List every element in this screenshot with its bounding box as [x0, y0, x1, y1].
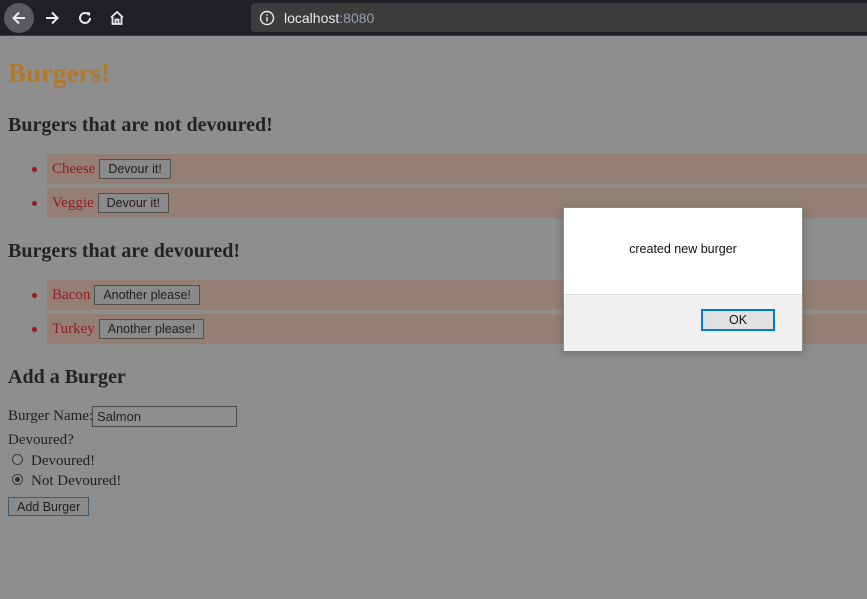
list-item: Cheese Devour it!: [32, 154, 867, 184]
ok-button[interactable]: OK: [701, 309, 775, 331]
burger-name-input[interactable]: Salmon: [92, 406, 237, 427]
devour-button[interactable]: Devour it!: [99, 159, 171, 179]
add-burger-button[interactable]: Add Burger: [8, 497, 90, 516]
burger-name: Turkey: [52, 320, 95, 337]
not-devoured-radio[interactable]: [12, 474, 23, 485]
alert-dialog: created new burger OK: [563, 207, 803, 351]
forward-button[interactable]: [37, 3, 67, 33]
another-please-button[interactable]: Another please!: [94, 285, 200, 305]
url-text: localhost:8080: [284, 10, 374, 26]
bullet: [32, 167, 37, 172]
bullet: [32, 293, 37, 298]
devoured-heading: Burgers that are devoured!: [8, 240, 241, 262]
reload-button[interactable]: [70, 3, 100, 33]
not-devoured-radio-label: Not Devoured!: [31, 473, 122, 489]
burger-name-label: Burger Name:: [8, 408, 94, 424]
home-icon: [110, 10, 124, 25]
devour-button[interactable]: Devour it!: [97, 193, 170, 213]
burger-name: Bacon: [52, 286, 91, 303]
home-button[interactable]: [102, 3, 132, 33]
devoured-label: Devoured?: [8, 432, 74, 448]
devoured-radio[interactable]: [12, 454, 23, 465]
bullet: [32, 327, 37, 332]
burger-name: Cheese: [52, 160, 96, 177]
forward-arrow-icon: [46, 11, 59, 25]
add-burger-heading: Add a Burger: [8, 366, 126, 388]
not-devoured-heading: Burgers that are not devoured!: [8, 114, 273, 136]
another-please-button[interactable]: Another please!: [98, 319, 205, 339]
burger-name: Veggie: [52, 194, 94, 211]
back-button[interactable]: [4, 3, 34, 33]
bullet: [32, 201, 37, 206]
url-port: :8080: [339, 9, 375, 26]
info-icon[interactable]: [259, 10, 275, 26]
dialog-footer: OK: [564, 294, 802, 351]
dialog-message: created new burger: [629, 242, 737, 256]
address-bar[interactable]: localhost:8080: [251, 3, 867, 32]
reload-icon: [79, 11, 91, 24]
back-arrow-icon: [12, 11, 25, 25]
browser-toolbar: localhost:8080: [0, 0, 867, 36]
page-title: Burgers!: [8, 58, 110, 88]
devoured-radio-label: Devoured!: [31, 453, 96, 469]
url-host: localhost: [284, 9, 340, 26]
